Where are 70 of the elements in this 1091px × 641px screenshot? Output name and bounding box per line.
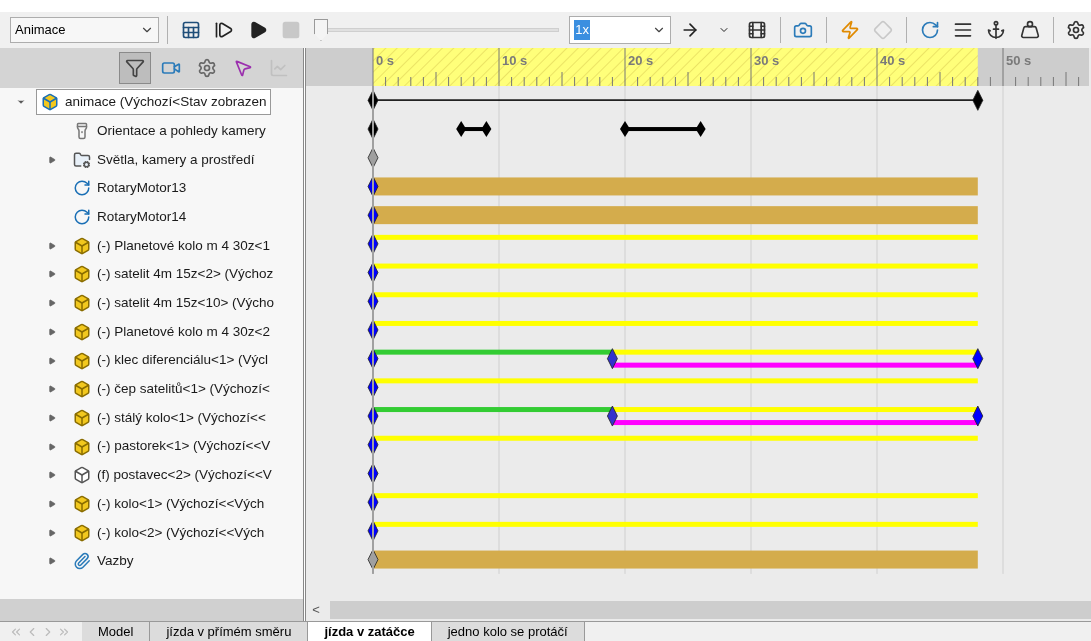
paperclip-icon: [73, 552, 91, 571]
study-tab[interactable]: jízda v zatáčce: [308, 622, 432, 641]
motor-icon: [73, 179, 91, 198]
scrollbar[interactable]: [330, 601, 1091, 619]
expand-icon[interactable]: [48, 356, 56, 365]
time-label: 50 s: [1006, 53, 1032, 68]
tree-item[interactable]: (-) kolo<1> (Výchozí<<Vých: [68, 490, 270, 517]
time-label: 30 s: [754, 53, 780, 68]
tree-item[interactable]: (f) postavec<2> (Výchozí<<V: [68, 462, 277, 489]
filter-icon[interactable]: [119, 52, 151, 84]
tree-item[interactable]: (-) klec diferenciálu<1> (Výcl: [68, 347, 274, 374]
study-tab[interactable]: jízda v přímém směru: [150, 622, 309, 641]
expand-icon[interactable]: [48, 413, 56, 422]
part-icon: [73, 322, 91, 341]
tree-item[interactable]: Vazby: [68, 548, 139, 575]
time-label: 20 s: [628, 53, 654, 68]
expand-icon[interactable]: [48, 270, 56, 279]
expand-icon[interactable]: [48, 241, 56, 250]
tree-item[interactable]: (-) satelit 4m 15z<2> (Výchoz: [68, 261, 279, 288]
tree-item[interactable]: (-) čep satelitů<1> (Výchozí<: [68, 376, 275, 403]
time-label: 0 s: [376, 53, 395, 68]
study-tab[interactable]: jedno kolo se protáčí: [431, 622, 585, 641]
tree-item[interactable]: (-) stálý kolo<1> (Výchozí<<: [68, 404, 271, 431]
interval-bar: [456, 121, 492, 138]
dropdown-value: Animace: [15, 21, 66, 40]
key-point[interactable]: [607, 348, 618, 370]
part-icon: [73, 236, 91, 255]
scrollbar[interactable]: [0, 599, 303, 621]
study-dropdown[interactable]: Animace: [10, 17, 160, 43]
part-icon: [73, 294, 91, 313]
key-point[interactable]: [607, 405, 618, 427]
part-icon: [73, 408, 91, 427]
expand-icon[interactable]: [48, 385, 56, 394]
part-icon: [73, 437, 91, 456]
time-slider[interactable]: [313, 18, 560, 42]
expand-icon[interactable]: [48, 327, 56, 336]
expand-icon[interactable]: [48, 557, 56, 566]
assembly-icon: [41, 93, 59, 112]
expand-icon[interactable]: [48, 499, 56, 508]
expand-icon[interactable]: [48, 155, 56, 164]
key-point[interactable]: [972, 348, 984, 370]
time-label: 10 s: [502, 53, 528, 68]
expand-icon[interactable]: [48, 528, 56, 537]
tree-item[interactable]: (-) Planetové kolo m 4 30z<1: [68, 232, 275, 259]
part-icon: [73, 380, 91, 399]
tree-item[interactable]: Orientace a pohledy kamery: [68, 118, 271, 145]
key-point[interactable]: [972, 89, 984, 111]
dropdown-value: 1x: [574, 20, 590, 40]
study-tab[interactable]: Model: [82, 622, 151, 641]
motor-icon: [73, 208, 91, 227]
expand-icon[interactable]: [48, 442, 56, 451]
tree-item[interactable]: (-) Planetové kolo m 4 30z<2: [68, 318, 275, 345]
part-icon: [73, 466, 91, 485]
expand-icon[interactable]: [48, 471, 56, 480]
folder-icon: [73, 150, 91, 169]
key-point[interactable]: [972, 405, 984, 427]
time-label: 40 s: [880, 53, 906, 68]
expand-icon[interactable]: [48, 299, 56, 308]
tree-item[interactable]: (-) satelit 4m 15z<10> (Výcho: [68, 290, 280, 317]
part-icon: [73, 351, 91, 370]
tree-item[interactable]: RotaryMotor13: [68, 175, 192, 202]
tree-item[interactable]: animace (Výchozí<Stav zobrazen: [36, 89, 272, 116]
tree-item[interactable]: (-) kolo<2> (Výchozí<<Vých: [68, 519, 270, 546]
part-icon: [73, 265, 91, 284]
tree-item[interactable]: Světla, kamery a prostředí: [68, 146, 260, 173]
scroll-left-button[interactable]: <: [306, 600, 326, 620]
tree-item[interactable]: RotaryMotor14: [68, 204, 192, 231]
part-icon: [73, 494, 91, 513]
tree-item[interactable]: (-) pastorek<1> (Výchozí<<V: [68, 433, 276, 460]
part-icon: [73, 523, 91, 542]
